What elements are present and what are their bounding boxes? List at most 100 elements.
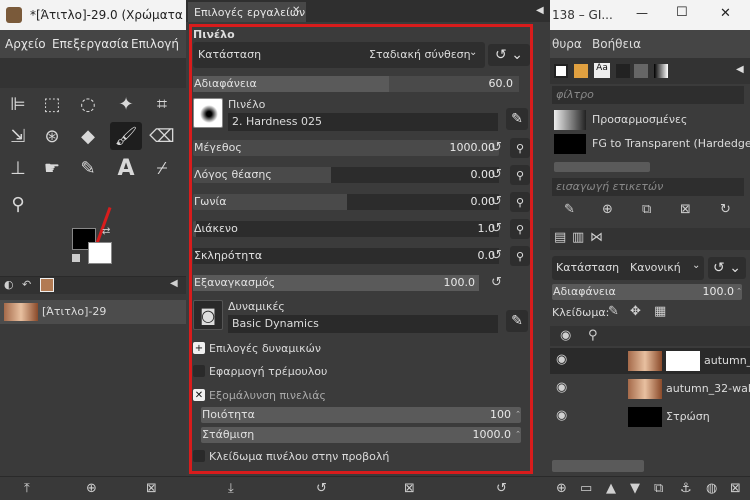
delete-options-icon[interactable]: ⊠: [404, 481, 415, 496]
menu-select[interactable]: Επιλογή: [131, 37, 179, 51]
align-tool-icon[interactable]: ⊫: [2, 90, 34, 118]
layers-header: ◉ ⚲: [550, 326, 750, 346]
bucket-fill-tool-icon[interactable]: ◆: [72, 122, 104, 150]
tab-close-icon[interactable]: ✕: [292, 5, 300, 16]
path-tool-icon[interactable]: ✎: [72, 154, 104, 182]
raise-icon[interactable]: ⤒: [24, 481, 30, 496]
gimp-app-icon: [6, 7, 22, 23]
layer-eye-icon-2[interactable]: ◉: [556, 380, 567, 395]
gradient-name-1: Προσαρμοσμένες: [592, 113, 688, 126]
close-button[interactable]: ✕: [720, 6, 731, 21]
new-gradient-icon[interactable]: ⊕: [602, 202, 613, 217]
lock-position-icon[interactable]: ✥: [630, 304, 641, 319]
layer-row-2[interactable]: ◉ autumn_32-wallp: [550, 376, 750, 402]
layer-eye-icon-3[interactable]: ◉: [556, 408, 567, 423]
lock-alpha-icon[interactable]: ▦: [654, 304, 666, 319]
refresh-gradient-icon[interactable]: ↻: [720, 202, 731, 217]
undo-history-icon[interactable]: ↶: [22, 278, 31, 291]
image-list-item[interactable]: [Άτιτλο]-29: [0, 300, 186, 324]
paintbrush-tool-icon[interactable]: 🖌: [110, 122, 142, 150]
duplicate-gradient-icon[interactable]: ⧉: [642, 202, 651, 217]
smudge-tool-icon[interactable]: ☛: [36, 154, 68, 182]
right-panel-menu-icon[interactable]: ◀: [736, 64, 744, 75]
brush-tab-icon-2[interactable]: [616, 64, 630, 78]
menu-help[interactable]: Βοήθεια: [592, 37, 641, 51]
tab-tool-options[interactable]: Επιλογές εργαλείων: [188, 2, 306, 22]
layer-mode-select[interactable]: Κατάσταση Κανονική ⌄: [552, 256, 704, 280]
layer-mode-reset-button[interactable]: ↺ ⌄: [708, 257, 746, 279]
reset-options-icon[interactable]: ↺: [496, 481, 507, 496]
lock-pixels-icon[interactable]: ✎: [608, 304, 619, 319]
gradients-scrollbar[interactable]: [554, 162, 650, 172]
filter-field[interactable]: φίλτρο: [552, 86, 744, 104]
clone-tool-icon[interactable]: ⊥: [2, 154, 34, 182]
crop-tool-icon[interactable]: ⌗: [146, 90, 178, 118]
edit-gradient-icon[interactable]: ✎: [564, 202, 575, 217]
duplicate-layer-icon[interactable]: ⧉: [654, 481, 663, 496]
layer-opacity-label: Αδιαφάνεια: [553, 285, 616, 298]
lasso-tool-icon[interactable]: ◌: [72, 90, 104, 118]
gradient-name-2: FG to Transparent (Hardedge: [592, 137, 750, 150]
panel-menu-icon[interactable]: ◀: [170, 278, 178, 289]
menu-edit[interactable]: Επεξεργασία: [52, 37, 129, 51]
background-color-swatch[interactable]: [88, 242, 112, 264]
menu-file[interactable]: Αρχείο: [5, 37, 46, 51]
layer-name-3: Στρώση: [666, 410, 710, 423]
menu-windows[interactable]: θυρα: [552, 37, 582, 51]
layer-thumb-2: [628, 379, 662, 399]
brushes-tab-icon[interactable]: [554, 64, 568, 78]
layer-eye-icon-1[interactable]: ◉: [556, 352, 567, 367]
layer-row-1[interactable]: ◉ autumn_: [550, 348, 750, 374]
maximize-button[interactable]: ☐: [676, 5, 688, 20]
wilber-logo: [0, 58, 186, 88]
images-tab-icon[interactable]: [40, 278, 54, 292]
layers-scrollbar[interactable]: [552, 460, 644, 472]
device-status-icon[interactable]: ◐: [4, 278, 14, 291]
new-layer-group-icon[interactable]: ⊕: [556, 481, 567, 496]
mask-layer-icon[interactable]: ◍: [706, 481, 717, 496]
gradient-item-2[interactable]: FG to Transparent (Hardedge: [552, 132, 750, 156]
layers-tab-icon[interactable]: ▤: [554, 230, 566, 245]
raise-layer-icon[interactable]: ▲: [606, 481, 616, 496]
restore-options-icon[interactable]: ↺: [316, 481, 327, 496]
paths-tab-icon[interactable]: ⋈: [590, 230, 603, 245]
eraser-tool-icon[interactable]: ⌫: [146, 122, 178, 150]
gradient-item-1[interactable]: Προσαρμοσμένες: [552, 108, 744, 132]
window-title-right: 138 – GI...: [552, 8, 613, 22]
image-name: [Άτιτλο]-29: [42, 305, 107, 318]
channels-tab-icon[interactable]: ▥: [572, 230, 584, 245]
delete-gradient-icon[interactable]: ⊠: [680, 202, 691, 217]
right-dock: Aa ◀ φίλτρο Προσαρμοσμένες FG to Transpa…: [550, 58, 750, 476]
text-tool-icon[interactable]: A: [110, 154, 142, 182]
filter-placeholder: φίλτρο: [556, 88, 594, 101]
fuzzy-select-tool-icon[interactable]: ✦: [110, 90, 142, 118]
new-image-icon[interactable]: ⊕: [86, 481, 97, 496]
chain-header-icon: ⚲: [588, 328, 598, 343]
menubar-right: θυρα Βοήθεια: [550, 30, 750, 58]
layer-row-3[interactable]: ◉ Στρώση: [550, 404, 750, 430]
zoom-tool-icon[interactable]: ⚲: [2, 190, 34, 218]
warp-tool-icon[interactable]: ⊛: [36, 122, 68, 150]
reset-colors-icon[interactable]: [72, 254, 80, 262]
anchor-layer-icon[interactable]: ⚓: [680, 481, 692, 496]
layer-mode-chevron-icon: ⌄: [692, 260, 701, 271]
color-picker-tool-icon[interactable]: ⌿: [146, 154, 178, 182]
save-options-icon[interactable]: ⤓: [228, 481, 234, 496]
swap-colors-icon[interactable]: ⇄: [102, 226, 110, 237]
layer-opacity-slider[interactable]: Αδιαφάνεια 100.0 ⌃: [552, 284, 742, 300]
minimize-button[interactable]: —: [636, 6, 648, 20]
layer-opacity-spin-icon[interactable]: ⌃: [736, 287, 742, 295]
transform-tool-icon[interactable]: ⇲: [2, 122, 34, 150]
brush-tab-icon-3[interactable]: [634, 64, 648, 78]
fonts-tab-icon[interactable]: Aa: [594, 63, 610, 78]
layer-name-1: autumn_: [704, 354, 750, 367]
delete-image-icon[interactable]: ⊠: [146, 481, 157, 496]
gradients-tab-icon[interactable]: [654, 64, 668, 78]
lower-layer-icon[interactable]: ▼: [630, 481, 640, 496]
panel-menu-icon-center[interactable]: ◀: [536, 5, 544, 16]
rect-select-tool-icon[interactable]: ⬚: [36, 90, 68, 118]
delete-layer-icon[interactable]: ⊠: [730, 481, 741, 496]
patterns-tab-icon[interactable]: [574, 64, 588, 78]
tag-field[interactable]: εισαγωγή ετικετών: [552, 178, 744, 196]
new-folder-icon[interactable]: ▭: [580, 481, 592, 496]
